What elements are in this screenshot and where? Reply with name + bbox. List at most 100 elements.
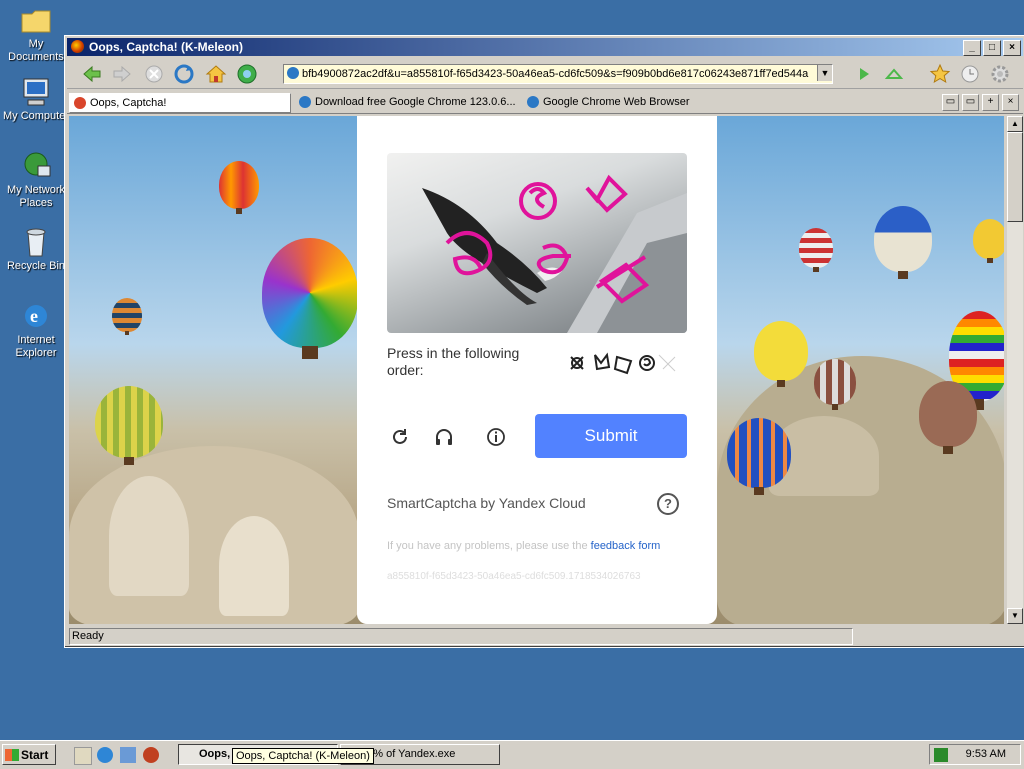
k-meleon-icon (71, 40, 84, 53)
folder-icon (20, 4, 52, 36)
page-viewport: Press in the following order: Submit Sma… (69, 116, 1004, 624)
svg-text:e: e (30, 306, 38, 326)
captcha-token: a855810f-f65d3423-50a46ea5-cd6fc509.1718… (387, 571, 641, 582)
close-tab-icon[interactable]: × (1002, 94, 1019, 111)
refresh-icon[interactable] (389, 426, 411, 448)
stop-icon[interactable] (143, 63, 165, 85)
captcha-instruction: Press in the following order: (387, 345, 520, 378)
task-label: Oops, (199, 748, 231, 760)
feedback-form-link[interactable]: feedback form (591, 540, 661, 552)
hot-air-balloon (799, 228, 833, 272)
tab-tool-icon[interactable]: ▭ (942, 94, 959, 111)
url-dropdown-button[interactable]: ▼ (817, 65, 832, 81)
tab-google-chrome[interactable]: Google Chrome Web Browser (523, 93, 743, 111)
submit-button[interactable]: Submit (535, 414, 687, 458)
captcha-brand: SmartCaptcha by Yandex Cloud (387, 495, 586, 511)
hot-air-balloon (973, 219, 1004, 263)
computer-icon (20, 76, 52, 108)
help-question-icon[interactable]: ? (657, 493, 679, 515)
recycle-bin-icon (20, 226, 52, 258)
vertical-scrollbar[interactable]: ▲ ▼ (1007, 116, 1023, 624)
globe-icon[interactable] (236, 63, 258, 85)
desktop-icon-label: My Network Places (6, 184, 66, 209)
scroll-down-icon[interactable]: ▼ (1007, 608, 1023, 624)
hot-air-balloon (95, 386, 163, 466)
internet-explorer-icon: e (20, 300, 52, 332)
new-tab-icon[interactable]: + (982, 94, 999, 111)
desktop-icon-my-documents[interactable]: My Documents (0, 4, 72, 64)
minimize-button[interactable]: _ (963, 40, 981, 56)
rock-formation (109, 476, 189, 596)
show-desktop-icon[interactable] (74, 747, 92, 765)
captcha-card: Press in the following order: Submit Sma… (357, 116, 717, 624)
windows-flag-icon (5, 749, 19, 761)
tab-bar: Oops, Captcha! Download free Google Chro… (67, 91, 1023, 114)
close-button[interactable]: × (1003, 40, 1021, 56)
desktop-icon-label: My Computer (2, 110, 70, 122)
scroll-thumb[interactable] (1007, 132, 1023, 222)
info-icon[interactable] (485, 426, 507, 448)
k-meleon-quick-icon[interactable] (143, 747, 159, 763)
reload-icon[interactable] (173, 63, 195, 85)
url-field[interactable]: bfb4900872ac2df&u=a855810f-f65d3423-50a4… (283, 64, 833, 84)
hot-air-balloon (814, 359, 856, 410)
status-text: Ready (69, 628, 853, 645)
browser-window: Oops, Captcha! (K-Meleon) _ □ × bfb49008… (64, 35, 1024, 648)
tab-favicon-icon (299, 96, 311, 108)
quick-launch-icon[interactable] (120, 747, 136, 763)
tab-download-chrome[interactable]: Download free Google Chrome 123.0.6... (295, 93, 535, 111)
home-icon[interactable] (205, 63, 227, 85)
up-arrow-icon[interactable] (883, 63, 905, 85)
scroll-up-icon[interactable]: ▲ (1007, 116, 1023, 132)
desktop-icon-label: My Documents (8, 38, 64, 63)
start-label: Start (21, 748, 49, 762)
site-globe-icon (287, 67, 299, 79)
problems-text: If you have any problems, please use the (387, 540, 588, 552)
desktop-icon-label: Internet Explorer (15, 334, 57, 359)
task-label: 00% of Yandex.exe (361, 748, 456, 760)
desktop-icon-label: Recycle Bin (6, 260, 66, 272)
tab-label: Oops, Captcha! (90, 97, 167, 109)
forward-arrow-icon[interactable] (111, 63, 133, 85)
settings-gear-icon[interactable] (989, 63, 1011, 85)
history-clock-icon[interactable] (959, 63, 981, 85)
hot-air-balloon (874, 206, 932, 279)
desktop-icon-my-computer[interactable]: My Computer (0, 76, 72, 123)
headphones-audio-icon[interactable] (433, 426, 455, 448)
network-tray-icon[interactable] (934, 748, 948, 762)
tab-oops-captcha[interactable]: Oops, Captcha! (69, 93, 291, 113)
clock: 9:53 AM (965, 748, 1006, 760)
status-bar: Ready (67, 627, 1023, 645)
back-arrow-icon[interactable] (81, 63, 103, 85)
internet-explorer-icon[interactable] (97, 747, 113, 763)
title-bar[interactable]: Oops, Captcha! (K-Meleon) _ □ × (67, 38, 1023, 56)
hot-air-balloon (219, 161, 259, 214)
hot-air-balloon (262, 238, 358, 359)
taskbar: Start Oops, 00% of Yandex.exe 9:53 AM (0, 740, 1024, 769)
hot-air-balloon (112, 298, 142, 336)
hot-air-balloon (754, 321, 808, 387)
system-tray: 9:53 AM (929, 744, 1021, 765)
desktop-icon-internet-explorer[interactable]: e Internet Explorer (0, 300, 72, 360)
taskbar-tooltip: Oops, Captcha! (K-Meleon) (232, 748, 374, 764)
rock-formation (219, 516, 289, 616)
go-play-icon[interactable] (853, 63, 875, 85)
tab-label: Download free Google Chrome 123.0.6... (315, 96, 516, 108)
window-title: Oops, Captcha! (K-Meleon) (89, 40, 244, 54)
problems-notice: If you have any problems, please use the… (387, 540, 660, 552)
maximize-button[interactable]: □ (983, 40, 1001, 56)
tab-favicon-icon (74, 97, 86, 109)
network-icon (20, 150, 52, 182)
order-preview-icons (570, 352, 676, 375)
bookmarks-star-icon[interactable] (929, 63, 951, 85)
hot-air-balloon (919, 381, 977, 454)
desktop-icon-network-places[interactable]: My Network Places (0, 150, 72, 210)
captcha-image[interactable] (387, 153, 687, 333)
tab-favicon-icon (527, 96, 539, 108)
tab-tool-icon[interactable]: ▭ (962, 94, 979, 111)
desktop-icon-recycle-bin[interactable]: Recycle Bin (0, 226, 72, 273)
start-button[interactable]: Start (2, 744, 56, 765)
url-text: bfb4900872ac2df&u=a855810f-f65d3423-50a4… (302, 68, 809, 80)
nav-toolbar: bfb4900872ac2df&u=a855810f-f65d3423-50a4… (67, 58, 1023, 89)
hot-air-balloon (727, 418, 791, 496)
